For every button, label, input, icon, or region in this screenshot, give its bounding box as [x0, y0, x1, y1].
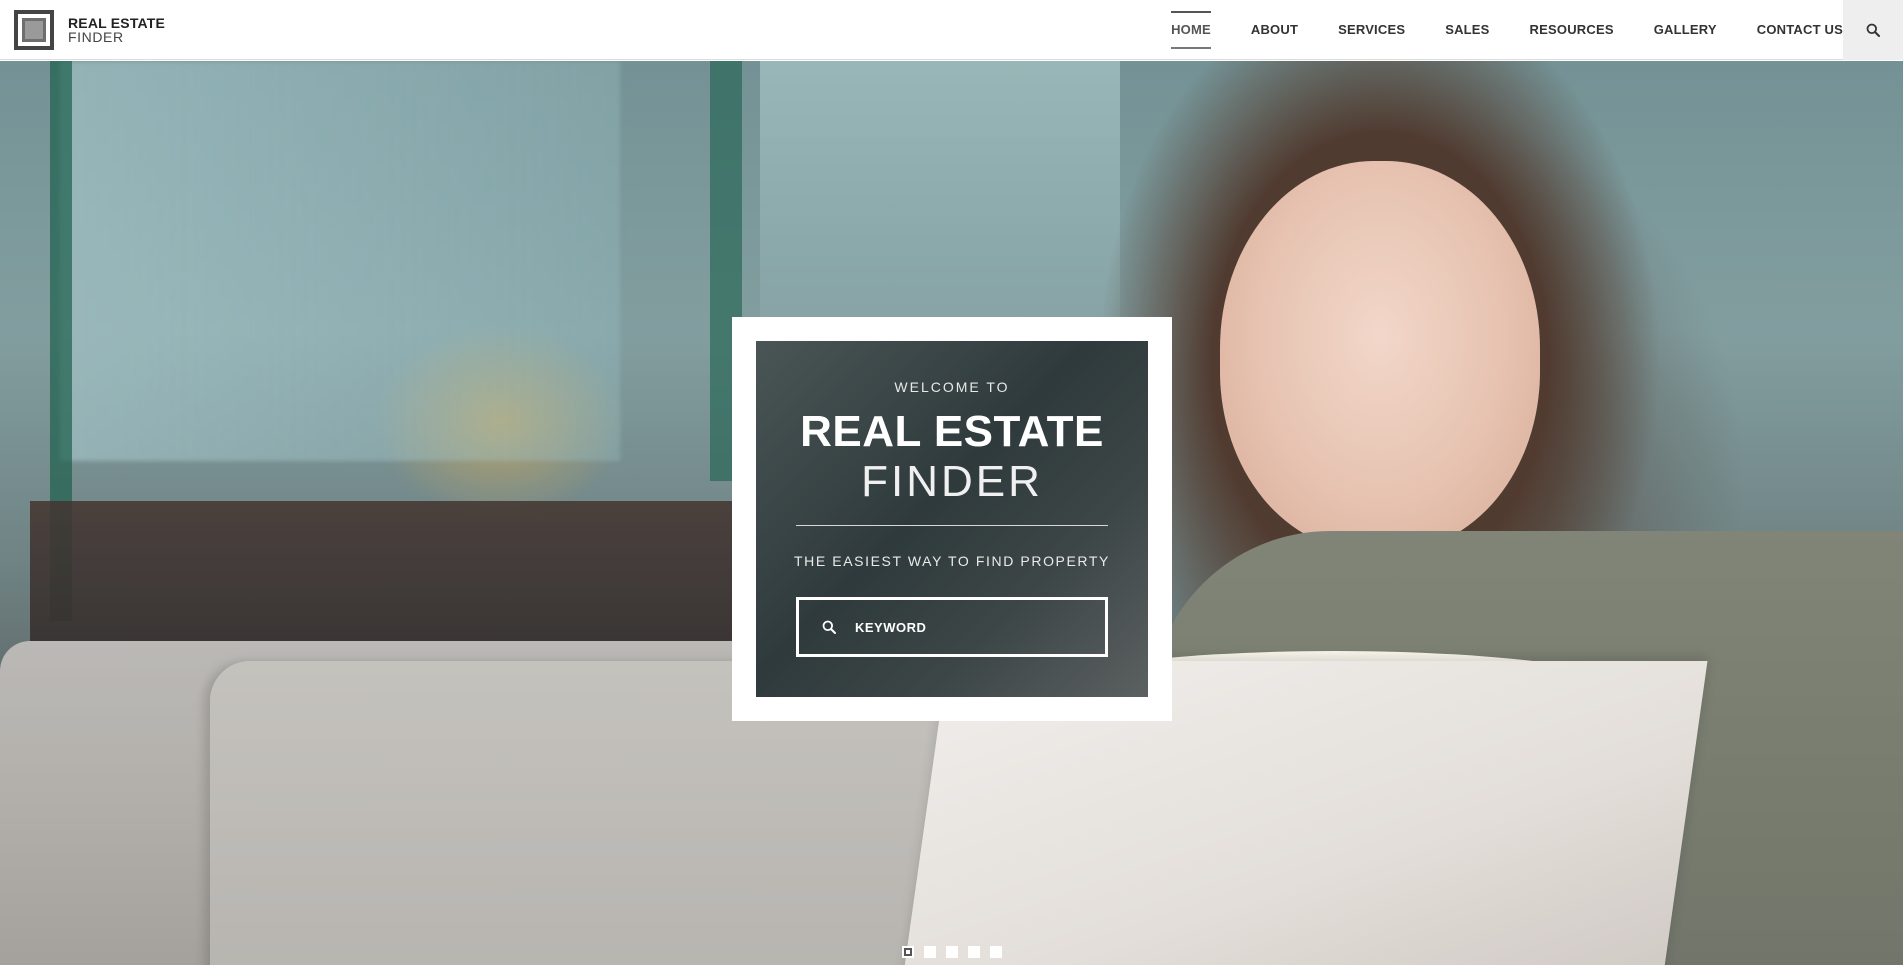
- main-nav: HOME ABOUT SERVICES SALES RESOURCES GALL…: [1131, 0, 1843, 60]
- welcome-card: WELCOME TO REAL ESTATE FINDER THE EASIES…: [732, 317, 1172, 721]
- nav-item-about[interactable]: ABOUT: [1251, 0, 1298, 60]
- keyword-search-box[interactable]: [796, 597, 1108, 657]
- nav-item-resources[interactable]: RESOURCES: [1530, 0, 1614, 60]
- site-logo[interactable]: REAL ESTATE FINDER: [14, 10, 165, 50]
- slide-dot-3[interactable]: [946, 946, 958, 958]
- keyword-search-input[interactable]: [855, 600, 1105, 654]
- hero-tagline: THE EASIEST WAY TO FIND PROPERTY: [794, 553, 1110, 569]
- logo-text: REAL ESTATE FINDER: [68, 16, 165, 44]
- search-icon[interactable]: [817, 615, 841, 639]
- slide-dot-4[interactable]: [968, 946, 980, 958]
- welcome-card-panel: WELCOME TO REAL ESTATE FINDER THE EASIES…: [756, 341, 1148, 697]
- slider-pagination: [902, 946, 1012, 958]
- logo-name-line2: FINDER: [68, 29, 124, 45]
- slide-dot-1[interactable]: [902, 946, 914, 958]
- nav-item-contact-us[interactable]: CONTACT US: [1757, 0, 1843, 60]
- nav-item-gallery[interactable]: GALLERY: [1654, 0, 1717, 60]
- header-search-button[interactable]: [1843, 0, 1903, 60]
- logo-mark-icon: [14, 10, 54, 50]
- search-icon: [1866, 23, 1880, 37]
- welcome-text: WELCOME TO: [894, 379, 1010, 395]
- nav-item-sales[interactable]: SALES: [1445, 0, 1489, 60]
- slide-dot-2[interactable]: [924, 946, 936, 958]
- hero-title-light: FINDER: [861, 457, 1043, 506]
- card-divider: [796, 525, 1108, 526]
- nav-item-home[interactable]: HOME: [1171, 0, 1211, 60]
- hero-title-bold: REAL ESTATE: [800, 407, 1104, 456]
- slide-dot-5[interactable]: [990, 946, 1002, 958]
- logo-name-line1: REAL ESTATE: [68, 15, 166, 31]
- site-header: REAL ESTATE FINDER HOME ABOUT SERVICES S…: [0, 0, 1903, 60]
- nav-item-services[interactable]: SERVICES: [1338, 0, 1405, 60]
